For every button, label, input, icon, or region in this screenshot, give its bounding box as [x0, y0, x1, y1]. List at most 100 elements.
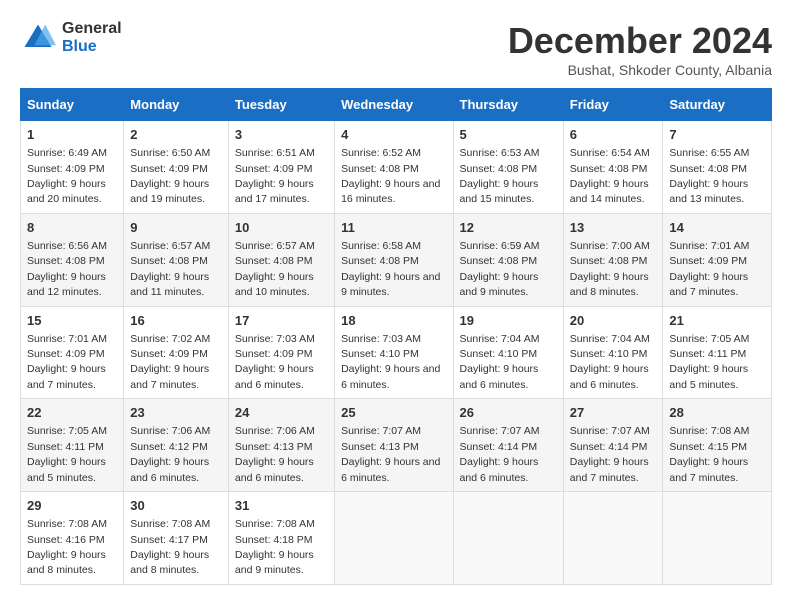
- week-row-2: 8Sunrise: 6:56 AMSunset: 4:08 PMDaylight…: [21, 213, 772, 306]
- cell-week5-day6: [663, 492, 772, 585]
- sunrise-info: Sunrise: 7:08 AM: [669, 425, 749, 437]
- daylight-info: Daylight: 9 hours and 10 minutes.: [235, 271, 314, 298]
- header-thursday: Thursday: [453, 89, 563, 121]
- sunset-info: Sunset: 4:08 PM: [460, 255, 538, 267]
- header-row: Sunday Monday Tuesday Wednesday Thursday…: [21, 89, 772, 121]
- cell-week2-day6: 14Sunrise: 7:01 AMSunset: 4:09 PMDayligh…: [663, 213, 772, 306]
- daylight-info: Daylight: 9 hours and 7 minutes.: [570, 456, 649, 483]
- week-row-1: 1 Sunrise: 6:49 AM Sunset: 4:09 PM Daylight…: [21, 121, 772, 214]
- sunrise-info: Sunrise: 6:57 AM: [130, 240, 210, 252]
- sunset-info: Sunset: 4:15 PM: [669, 441, 747, 453]
- header-tuesday: Tuesday: [228, 89, 334, 121]
- sunrise-info: Sunrise: 7:08 AM: [27, 518, 107, 530]
- cell-week4-day2: 24Sunrise: 7:06 AMSunset: 4:13 PMDayligh…: [228, 399, 334, 492]
- calendar-body: 1 Sunrise: 6:49 AM Sunset: 4:09 PM Daylight…: [21, 121, 772, 585]
- day-number: 27: [570, 404, 657, 422]
- sunrise-info: Sunrise: 6:51 AM: [235, 147, 315, 159]
- daylight-info: Daylight: 9 hours and 14 minutes.: [570, 178, 649, 205]
- cell-week5-day5: [563, 492, 663, 585]
- cell-week3-day2: 17Sunrise: 7:03 AMSunset: 4:09 PMDayligh…: [228, 306, 334, 399]
- sunrise-info: Sunrise: 7:07 AM: [460, 425, 540, 437]
- sunrise-info: Sunrise: 6:50 AM: [130, 147, 210, 159]
- day-number: 22: [27, 404, 117, 422]
- logo-general: General: [62, 20, 122, 38]
- sunrise-info: Sunrise: 7:06 AM: [235, 425, 315, 437]
- sunrise-info: Sunrise: 6:49 AM: [27, 147, 107, 159]
- cell-week1-day0: 1Sunrise: 6:49 AMSunset: 4:09 PMDaylight…: [21, 121, 124, 214]
- day-number: 13: [570, 219, 657, 237]
- sunset-info: Sunset: 4:08 PM: [460, 163, 538, 175]
- week-row-3: 15Sunrise: 7:01 AMSunset: 4:09 PMDayligh…: [21, 306, 772, 399]
- cell-week5-day2: 31Sunrise: 7:08 AMSunset: 4:18 PMDayligh…: [228, 492, 334, 585]
- daylight-info: Daylight: 9 hours and 17 minutes.: [235, 178, 314, 205]
- sunrise-info: Sunrise: 6:54 AM: [570, 147, 650, 159]
- cell-week5-day3: [335, 492, 453, 585]
- cell-week2-day5: 13Sunrise: 7:00 AMSunset: 4:08 PMDayligh…: [563, 213, 663, 306]
- cell-week2-day0: 8Sunrise: 6:56 AMSunset: 4:08 PMDaylight…: [21, 213, 124, 306]
- sunrise-info: Sunrise: 7:01 AM: [27, 333, 107, 345]
- sunrise-info: Sunrise: 7:08 AM: [130, 518, 210, 530]
- sunset-info: Sunset: 4:10 PM: [460, 348, 538, 360]
- sunrise-info: Sunrise: 7:04 AM: [570, 333, 650, 345]
- day-number: 31: [235, 497, 328, 515]
- sunrise-info: Sunrise: 6:52 AM: [341, 147, 421, 159]
- day-number: 4: [341, 126, 446, 144]
- daylight-info: Daylight: 9 hours and 9 minutes.: [235, 549, 314, 576]
- sunset-info: Sunset: 4:08 PM: [27, 255, 105, 267]
- sunrise-info: Sunrise: 7:07 AM: [570, 425, 650, 437]
- day-number: 5: [460, 126, 557, 144]
- daylight-info: Daylight: 9 hours and 12 minutes.: [27, 271, 106, 298]
- cell-week2-day1: 9Sunrise: 6:57 AMSunset: 4:08 PMDaylight…: [124, 213, 229, 306]
- sunrise-info: Sunrise: 6:57 AM: [235, 240, 315, 252]
- cell-week3-day3: 18Sunrise: 7:03 AMSunset: 4:10 PMDayligh…: [335, 306, 453, 399]
- week-row-5: 29Sunrise: 7:08 AMSunset: 4:16 PMDayligh…: [21, 492, 772, 585]
- cell-week4-day3: 25Sunrise: 7:07 AMSunset: 4:13 PMDayligh…: [335, 399, 453, 492]
- day-number: 6: [570, 126, 657, 144]
- cell-week3-day1: 16Sunrise: 7:02 AMSunset: 4:09 PMDayligh…: [124, 306, 229, 399]
- sunset-info: Sunset: 4:14 PM: [460, 441, 538, 453]
- sunrise-info: Sunrise: 7:05 AM: [669, 333, 749, 345]
- day-number: 11: [341, 219, 446, 237]
- sunset-info: Sunset: 4:09 PM: [235, 163, 313, 175]
- sunset-info: Sunset: 4:08 PM: [130, 255, 208, 267]
- sunset-info: Sunset: 4:09 PM: [669, 255, 747, 267]
- sunset-info: Sunset: 4:12 PM: [130, 441, 208, 453]
- daylight-info: Daylight: 9 hours and 9 minutes.: [460, 271, 539, 298]
- day-number: 17: [235, 312, 328, 330]
- daylight-info: Daylight: 9 hours and 6 minutes.: [235, 456, 314, 483]
- logo: General Blue: [20, 20, 122, 56]
- cell-week1-day3: 4Sunrise: 6:52 AMSunset: 4:08 PMDaylight…: [335, 121, 453, 214]
- sunrise-info: Sunrise: 7:05 AM: [27, 425, 107, 437]
- sunrise-info: Sunrise: 7:03 AM: [341, 333, 421, 345]
- day-number: 9: [130, 219, 222, 237]
- cell-week3-day6: 21Sunrise: 7:05 AMSunset: 4:11 PMDayligh…: [663, 306, 772, 399]
- daylight-info: Daylight: 9 hours and 6 minutes.: [460, 456, 539, 483]
- daylight-info: Daylight: 9 hours and 13 minutes.: [669, 178, 748, 205]
- cell-week1-day4: 5Sunrise: 6:53 AMSunset: 4:08 PMDaylight…: [453, 121, 563, 214]
- sunset-info: Sunset: 4:11 PM: [27, 441, 104, 453]
- title-area: December 2024 Bushat, Shkoder County, Al…: [508, 20, 772, 78]
- sunset-info: Sunset: 4:09 PM: [235, 348, 313, 360]
- day-number: 7: [669, 126, 765, 144]
- day-number: 23: [130, 404, 222, 422]
- header-wednesday: Wednesday: [335, 89, 453, 121]
- day-number: 10: [235, 219, 328, 237]
- sunset-info: Sunset: 4:08 PM: [669, 163, 747, 175]
- sunset-info: Sunset: 4:10 PM: [570, 348, 648, 360]
- location-subtitle: Bushat, Shkoder County, Albania: [508, 62, 772, 78]
- logo-text: General Blue: [62, 20, 122, 55]
- header-saturday: Saturday: [663, 89, 772, 121]
- day-number: 1: [27, 126, 117, 144]
- sunrise-info: Sunrise: 7:08 AM: [235, 518, 315, 530]
- cell-week4-day6: 28Sunrise: 7:08 AMSunset: 4:15 PMDayligh…: [663, 399, 772, 492]
- logo-blue: Blue: [62, 38, 122, 56]
- sunset-info: Sunset: 4:09 PM: [130, 348, 208, 360]
- sunrise-info: Sunrise: 6:56 AM: [27, 240, 107, 252]
- cell-week1-day1: 2Sunrise: 6:50 AMSunset: 4:09 PMDaylight…: [124, 121, 229, 214]
- day-number: 15: [27, 312, 117, 330]
- day-number: 2: [130, 126, 222, 144]
- daylight-info: Daylight: 9 hours and 6 minutes.: [130, 456, 209, 483]
- cell-week4-day1: 23Sunrise: 7:06 AMSunset: 4:12 PMDayligh…: [124, 399, 229, 492]
- sunset-info: Sunset: 4:09 PM: [130, 163, 208, 175]
- cell-week5-day4: [453, 492, 563, 585]
